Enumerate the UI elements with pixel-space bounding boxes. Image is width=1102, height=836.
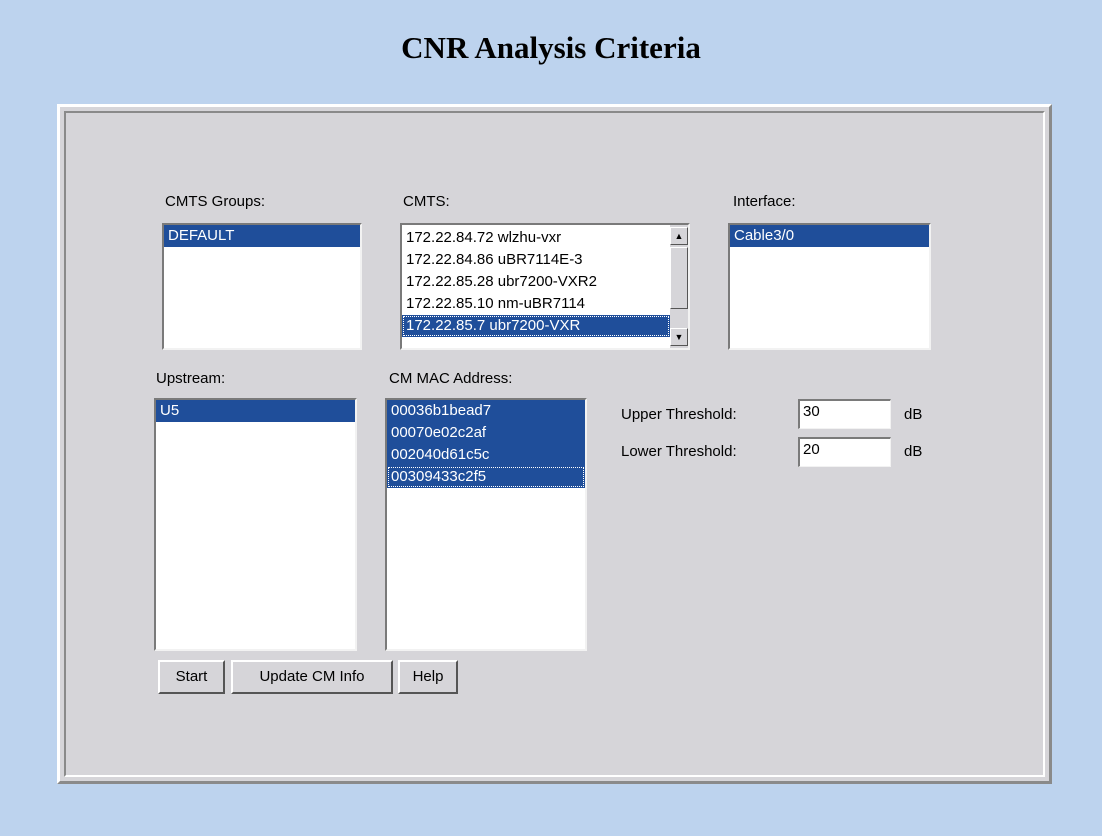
cm-mac-label: CM MAC Address: xyxy=(389,370,513,387)
page-title: CNR Analysis Criteria xyxy=(401,30,701,65)
list-item[interactable]: 172.22.84.86 uBR7114E-3 xyxy=(402,249,670,271)
cmts-list[interactable]: 172.22.84.72 wlzhu-vxr 172.22.84.86 uBR7… xyxy=(400,223,690,350)
help-button[interactable]: Help xyxy=(398,660,458,694)
list-item[interactable]: 002040d61c5c xyxy=(387,444,585,466)
lower-threshold-label: Lower Threshold: xyxy=(621,443,737,460)
upper-threshold-label: Upper Threshold: xyxy=(621,406,737,423)
list-item[interactable]: 172.22.85.7 ubr7200-VXR xyxy=(402,315,670,337)
start-button[interactable]: Start xyxy=(158,660,225,694)
update-cm-info-button[interactable]: Update CM Info xyxy=(231,660,393,694)
list-item[interactable]: 00036b1bead7 xyxy=(387,400,585,422)
scroll-thumb[interactable] xyxy=(670,247,688,309)
cmts-groups-label: CMTS Groups: xyxy=(165,193,266,210)
upstream-list[interactable]: U5 xyxy=(154,398,357,651)
list-item[interactable]: Cable3/0 xyxy=(730,225,929,247)
list-item[interactable]: 00309433c2f5 xyxy=(387,466,585,488)
interface-label: Interface: xyxy=(733,193,796,210)
cmts-label: CMTS: xyxy=(403,193,450,210)
upper-threshold-unit: dB xyxy=(904,406,923,423)
cm-mac-list[interactable]: 00036b1bead7 00070e02c2af 002040d61c5c 0… xyxy=(385,398,587,651)
list-item[interactable]: 172.22.84.72 wlzhu-vxr xyxy=(402,227,670,249)
list-item[interactable]: U5 xyxy=(156,400,355,422)
upstream-label: Upstream: xyxy=(156,370,226,387)
lower-threshold-unit: dB xyxy=(904,443,923,460)
list-item[interactable]: 172.22.85.10 nm-uBR7114 xyxy=(402,293,670,315)
list-item[interactable]: 00070e02c2af xyxy=(387,422,585,444)
cmts-groups-list[interactable]: DEFAULT xyxy=(162,223,362,350)
scroll-down-arrow-icon[interactable]: ▼ xyxy=(670,328,688,346)
interface-list[interactable]: Cable3/0 xyxy=(728,223,931,350)
list-item[interactable]: DEFAULT xyxy=(164,225,360,247)
cmts-scrollbar[interactable]: ▲ ▼ xyxy=(670,225,688,348)
scroll-up-arrow-icon[interactable]: ▲ xyxy=(670,227,688,245)
list-item[interactable]: 172.22.85.28 ubr7200-VXR2 xyxy=(402,271,670,293)
lower-threshold-input[interactable]: 20 xyxy=(798,437,891,467)
upper-threshold-input[interactable]: 30 xyxy=(798,399,891,429)
